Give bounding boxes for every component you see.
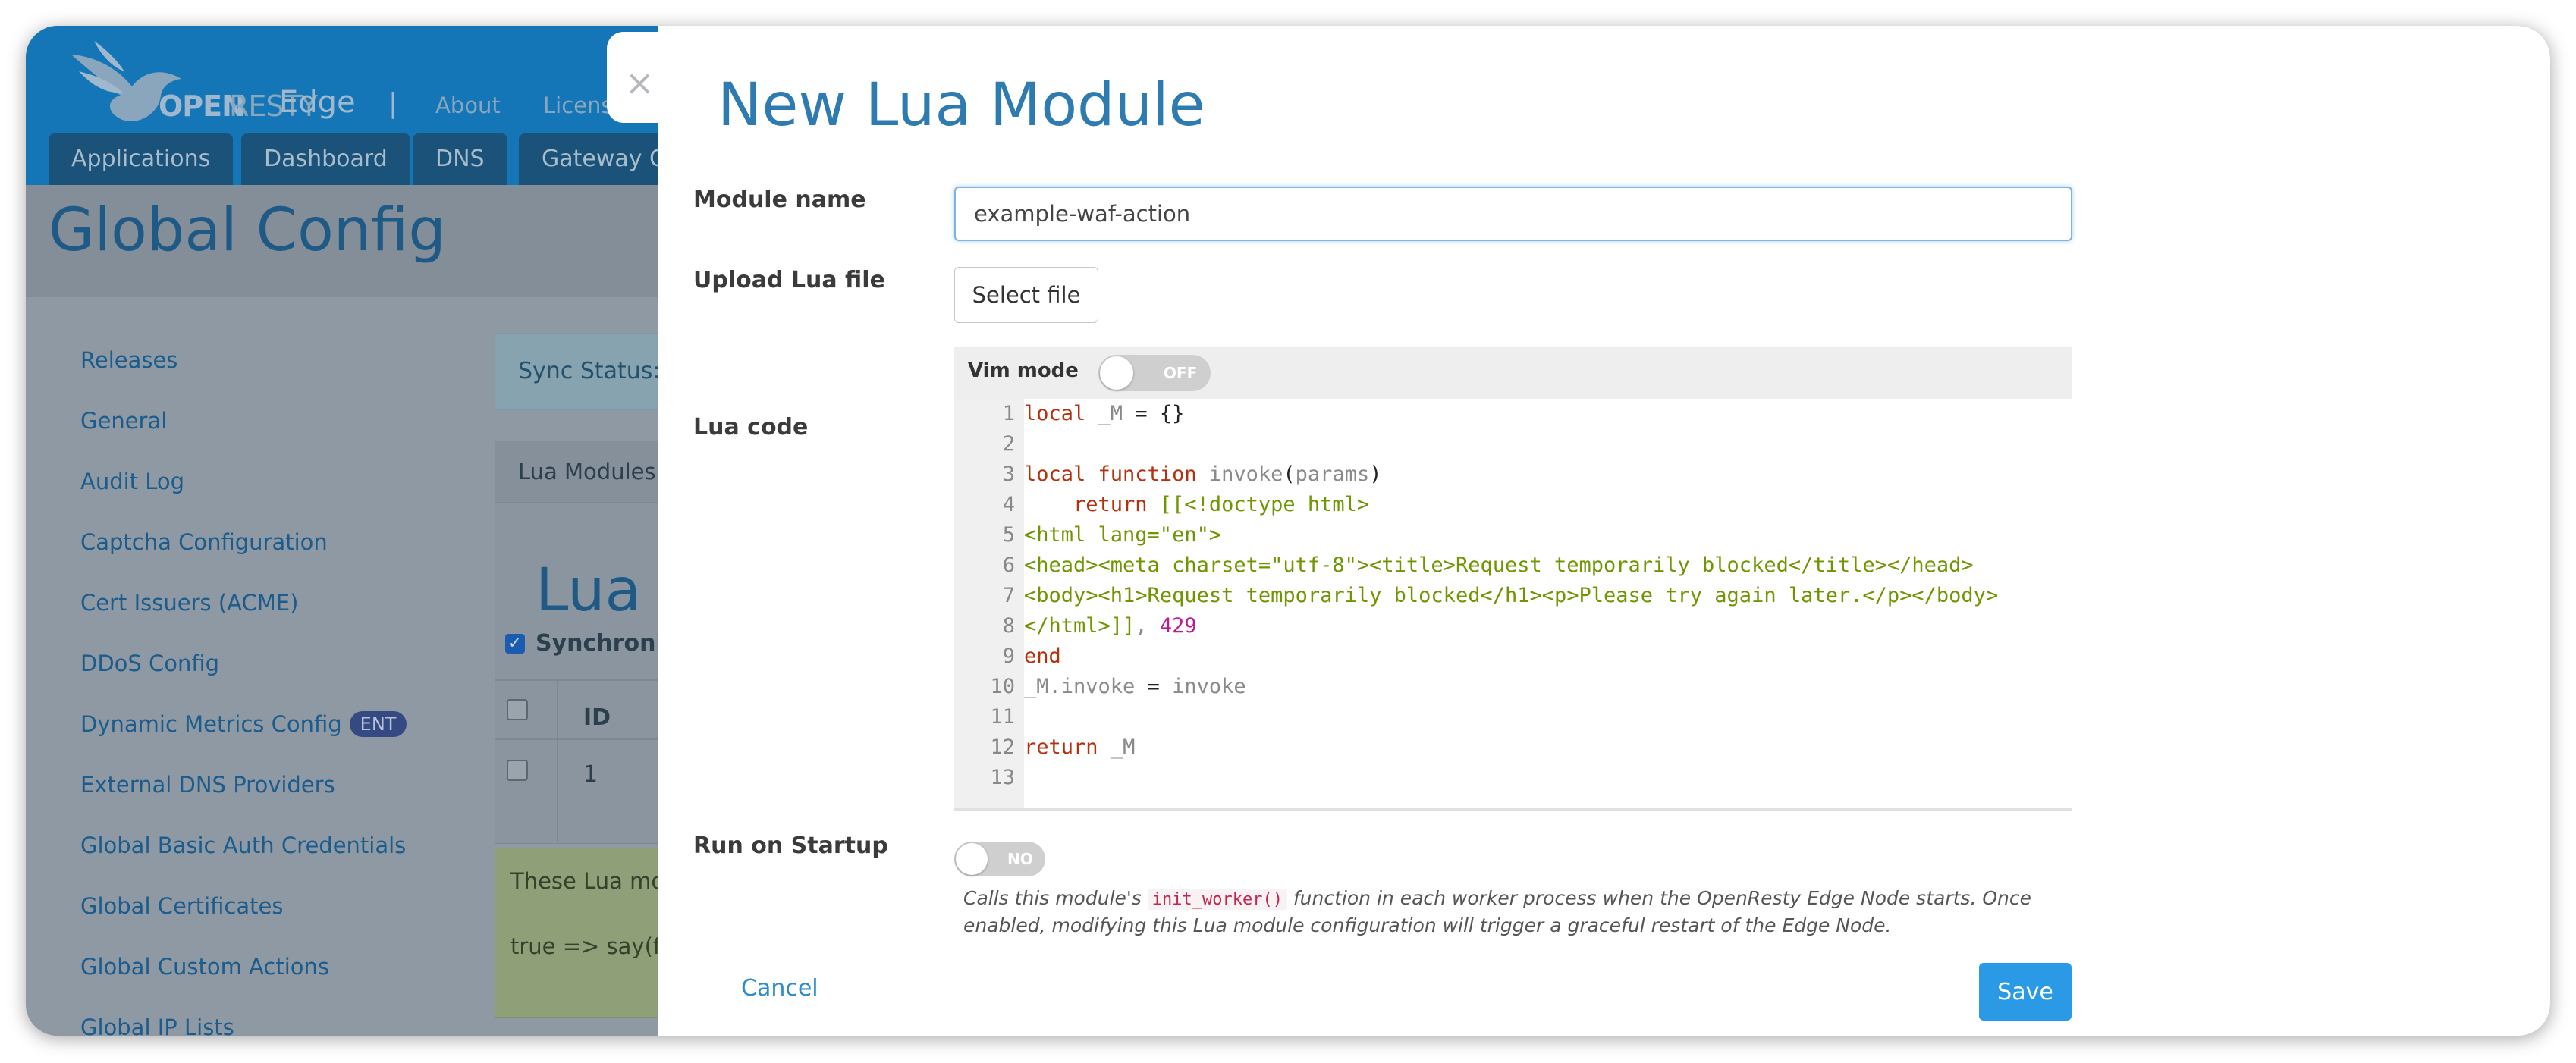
nav-separator: | [388, 88, 398, 119]
toggle-knob [1100, 356, 1133, 390]
sidebar-item-audit-log[interactable]: Audit Log [80, 469, 184, 494]
editor-bottom-border [954, 808, 2072, 811]
code-line: local _M = {} [1024, 402, 1185, 425]
table-header-id[interactable]: ID [583, 704, 611, 731]
vim-toggle-state: OFF [1164, 364, 1198, 382]
sidebar-item-releases[interactable]: Releases [80, 347, 177, 373]
code-line: <head><meta charset="utf-8"><title>Reque… [1024, 553, 1974, 577]
vim-mode-toggle[interactable]: OFF [1098, 355, 1211, 391]
run-on-startup-toggle[interactable]: NO [954, 842, 1045, 876]
line-number: 10 [990, 675, 1015, 698]
code-line: return [[<!doctype html> [1073, 493, 1370, 516]
sidebar-item-certificates[interactable]: Global Certificates [80, 893, 283, 919]
line-number: 8 [1002, 614, 1015, 638]
code-text-area[interactable]: local _M = {} local function invoke(param… [1024, 399, 2072, 808]
panel-heading: Lua [536, 557, 642, 625]
line-number: 6 [1002, 553, 1015, 577]
modal-title: New Lua Module [718, 71, 1205, 140]
nav-link-about[interactable]: About [435, 93, 501, 118]
sidebar-item-ddos[interactable]: DDoS Config [80, 651, 219, 676]
lua-code-label: Lua code [693, 414, 809, 441]
sync-checkbox-label: Synchroni [536, 630, 664, 657]
table-divider [557, 679, 558, 842]
line-number: 12 [990, 735, 1015, 759]
code-line: <body><h1>Request temporarily blocked</h… [1024, 584, 1999, 607]
line-number: 5 [1002, 523, 1015, 547]
sidebar-item-label: Dynamic Metrics Config [80, 711, 342, 737]
line-number: 9 [1002, 644, 1015, 668]
line-number: 13 [990, 766, 1015, 789]
code-line: end [1024, 644, 1061, 668]
select-all-checkbox[interactable] [507, 699, 528, 720]
line-number: 3 [1002, 463, 1015, 486]
line-number: 1 [1002, 402, 1015, 425]
code-line: return _M [1024, 735, 1136, 759]
row-checkbox[interactable] [507, 760, 528, 781]
code-line: local function invoke(params) [1024, 463, 1382, 486]
code-line: <html lang="en"> [1024, 523, 1222, 547]
toggle-knob [956, 843, 988, 875]
sidebar-item-custom-actions[interactable]: Global Custom Actions [80, 954, 329, 980]
sidebar-item-cert-issuers[interactable]: Cert Issuers (ACME) [80, 590, 298, 616]
tab-dashboard[interactable]: Dashboard [241, 133, 410, 185]
info-text: These Lua mo [510, 868, 665, 894]
code-line: </html>]], 429 [1024, 614, 1197, 638]
line-number: 2 [1002, 432, 1015, 456]
sidebar-item-general[interactable]: General [80, 408, 167, 434]
sync-checkbox[interactable]: ✓ [505, 634, 525, 654]
init-worker-code: init_worker() [1147, 889, 1287, 910]
line-number: 11 [990, 705, 1015, 729]
brand-edge[interactable]: Edge [279, 85, 356, 120]
line-number-gutter: 1 2 3 4 5 6 7 8 9 10 11 12 13 [954, 399, 1024, 808]
info-code: true => say(fo [510, 933, 674, 959]
lua-code-editor[interactable]: Vim mode OFF 1 2 3 4 5 6 7 8 9 10 11 12 … [954, 347, 2072, 811]
module-name-label: Module name [693, 187, 866, 213]
close-icon[interactable]: × [625, 65, 655, 100]
page-title: Global Config [49, 196, 446, 265]
vim-mode-label: Vim mode [968, 359, 1079, 382]
cancel-button[interactable]: Cancel [741, 975, 818, 1002]
table-cell-id: 1 [583, 761, 598, 788]
help-prefix: Calls this module's [963, 887, 1148, 909]
sidebar-item-captcha[interactable]: Captcha Configuration [80, 529, 328, 555]
sidebar-item-basic-auth[interactable]: Global Basic Auth Credentials [80, 833, 406, 858]
browser-window: OPEN RESTY Edge | About Licens Applicati… [26, 26, 2550, 1036]
line-number: 4 [1002, 493, 1015, 516]
vim-mode-bar: Vim mode OFF [954, 347, 2072, 399]
ent-badge: ENT [349, 711, 407, 737]
sidebar-item-dynamic-metrics[interactable]: Dynamic Metrics Config ENT [80, 711, 407, 737]
tab-applications[interactable]: Applications [49, 133, 234, 185]
upload-lua-file-label: Upload Lua file [693, 267, 885, 293]
startup-toggle-state: NO [1007, 850, 1033, 868]
module-name-input[interactable] [954, 187, 2072, 241]
select-file-button[interactable]: Select file [954, 267, 1098, 323]
save-button[interactable]: Save [1979, 963, 2072, 1021]
line-number: 7 [1002, 584, 1015, 607]
sidebar-item-external-dns[interactable]: External DNS Providers [80, 772, 335, 798]
run-on-startup-label: Run on Startup [693, 833, 888, 859]
code-line: _M.invoke = invoke [1024, 675, 1246, 698]
sidebar-item-ip-lists[interactable]: Global IP Lists [80, 1014, 234, 1036]
nav-link-license[interactable]: Licens [543, 93, 613, 118]
tab-dns[interactable]: DNS [413, 133, 507, 185]
run-on-startup-help: Calls this module's init_worker() functi… [963, 886, 2071, 939]
